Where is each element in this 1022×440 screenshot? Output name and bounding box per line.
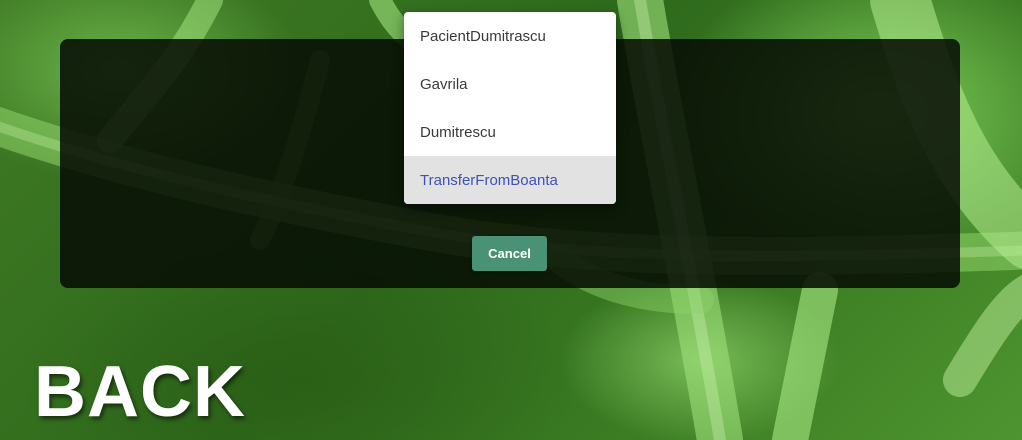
dropdown-option-pacientdumitrascu[interactable]: PacientDumitrascu (404, 12, 616, 60)
select-dropdown-menu: PacientDumitrascu Gavrila Dumitrescu Tra… (404, 12, 616, 204)
dropdown-option-gavrila[interactable]: Gavrila (404, 60, 616, 108)
cancel-button[interactable]: Cancel (472, 236, 547, 271)
back-button[interactable]: BACK (34, 352, 246, 432)
dropdown-option-transferfromboanta[interactable]: TransferFromBoanta (404, 156, 616, 204)
page: Cancel PacientDumitrascu Gavrila Dumitre… (0, 0, 1022, 440)
dropdown-option-dumitrescu[interactable]: Dumitrescu (404, 108, 616, 156)
